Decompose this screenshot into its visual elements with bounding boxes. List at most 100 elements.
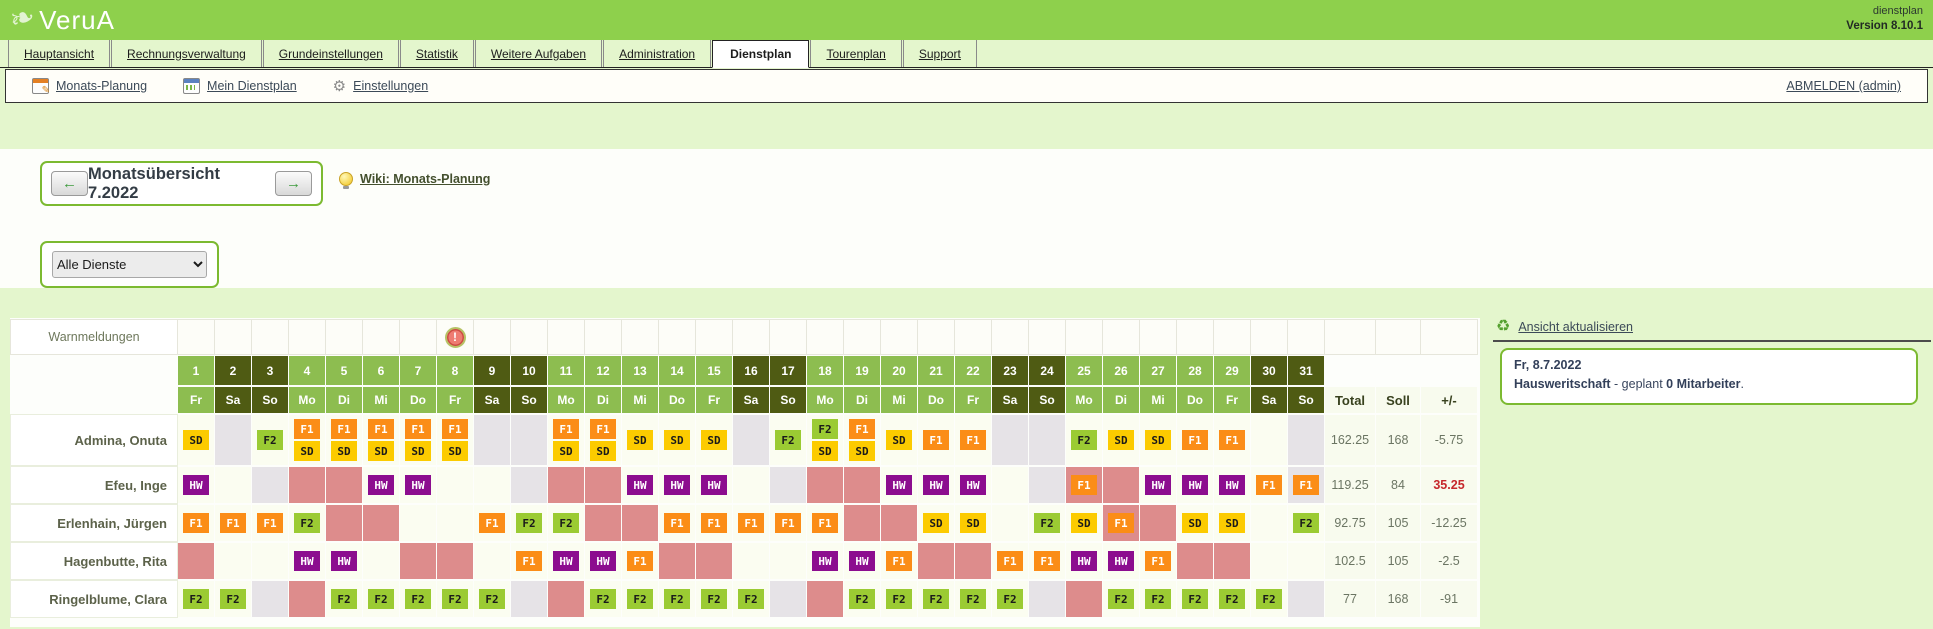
roster-cell-day-24[interactable]: F2 bbox=[1029, 505, 1065, 541]
roster-cell-day-1[interactable]: HW bbox=[178, 467, 214, 503]
roster-cell-day-22[interactable] bbox=[955, 543, 991, 579]
roster-cell-day-7[interactable]: F1SD bbox=[400, 415, 436, 465]
roster-cell-day-16[interactable]: F2 bbox=[733, 581, 769, 617]
roster-cell-day-14[interactable]: HW bbox=[659, 467, 695, 503]
roster-cell-day-22[interactable]: HW bbox=[955, 467, 991, 503]
roster-cell-day-27[interactable]: SD bbox=[1140, 415, 1176, 465]
roster-cell-day-29[interactable]: F2 bbox=[1214, 581, 1250, 617]
roster-cell-day-20[interactable]: F2 bbox=[881, 581, 917, 617]
roster-cell-day-28[interactable] bbox=[1177, 543, 1213, 579]
roster-cell-day-29[interactable] bbox=[1214, 543, 1250, 579]
roster-cell-day-17[interactable] bbox=[770, 581, 806, 617]
roster-cell-day-17[interactable] bbox=[770, 543, 806, 579]
logout-link[interactable]: ABMELDEN (admin) bbox=[1786, 79, 1901, 93]
roster-cell-day-27[interactable]: F2 bbox=[1140, 581, 1176, 617]
tab-support[interactable]: Support bbox=[903, 40, 977, 67]
roster-cell-day-9[interactable] bbox=[474, 543, 510, 579]
roster-cell-day-5[interactable]: F1SD bbox=[326, 415, 362, 465]
roster-cell-day-17[interactable] bbox=[770, 467, 806, 503]
roster-cell-day-4[interactable] bbox=[289, 581, 325, 617]
next-month-button[interactable]: → bbox=[275, 171, 312, 196]
roster-cell-day-12[interactable]: HW bbox=[585, 543, 621, 579]
roster-cell-day-24[interactable]: F1 bbox=[1029, 543, 1065, 579]
roster-cell-day-3[interactable] bbox=[252, 543, 288, 579]
roster-cell-day-24[interactable] bbox=[1029, 581, 1065, 617]
roster-cell-day-23[interactable]: F2 bbox=[992, 581, 1028, 617]
roster-cell-day-13[interactable]: F2 bbox=[622, 581, 658, 617]
roster-cell-day-5[interactable]: HW bbox=[326, 543, 362, 579]
roster-cell-day-19[interactable]: HW bbox=[844, 543, 880, 579]
roster-cell-day-3[interactable]: F1 bbox=[252, 505, 288, 541]
roster-cell-day-18[interactable]: HW bbox=[807, 543, 843, 579]
roster-cell-day-31[interactable]: F1 bbox=[1288, 467, 1324, 503]
roster-cell-day-9[interactable] bbox=[474, 415, 510, 465]
roster-cell-day-14[interactable]: F1 bbox=[659, 505, 695, 541]
roster-cell-day-13[interactable]: F1 bbox=[622, 543, 658, 579]
roster-cell-day-11[interactable] bbox=[548, 467, 584, 503]
roster-cell-day-8[interactable]: F1SD bbox=[437, 415, 473, 465]
roster-cell-day-27[interactable]: F1 bbox=[1140, 543, 1176, 579]
roster-cell-day-7[interactable] bbox=[400, 543, 436, 579]
roster-cell-day-5[interactable]: F2 bbox=[326, 581, 362, 617]
subnav-link[interactable]: Monats-Planung bbox=[56, 79, 147, 93]
roster-cell-day-11[interactable] bbox=[548, 581, 584, 617]
roster-cell-day-19[interactable]: F1SD bbox=[844, 415, 880, 465]
roster-cell-day-17[interactable]: F1 bbox=[770, 505, 806, 541]
roster-cell-day-28[interactable]: HW bbox=[1177, 467, 1213, 503]
roster-cell-day-21[interactable]: HW bbox=[918, 467, 954, 503]
roster-cell-day-1[interactable] bbox=[178, 543, 214, 579]
roster-cell-day-30[interactable] bbox=[1251, 543, 1287, 579]
roster-cell-day-8[interactable] bbox=[437, 467, 473, 503]
roster-cell-day-21[interactable]: SD bbox=[918, 505, 954, 541]
previous-month-button[interactable]: ← bbox=[51, 171, 88, 196]
roster-cell-day-5[interactable] bbox=[326, 505, 362, 541]
roster-cell-day-23[interactable] bbox=[992, 505, 1028, 541]
roster-cell-day-31[interactable] bbox=[1288, 543, 1324, 579]
roster-cell-day-7[interactable] bbox=[400, 505, 436, 541]
service-filter-select[interactable]: Alle Dienste bbox=[52, 251, 207, 278]
roster-cell-day-6[interactable] bbox=[363, 543, 399, 579]
roster-cell-day-6[interactable]: F1SD bbox=[363, 415, 399, 465]
roster-cell-day-11[interactable]: F2 bbox=[548, 505, 584, 541]
roster-cell-day-18[interactable]: F2SD bbox=[807, 415, 843, 465]
roster-cell-day-17[interactable]: F2 bbox=[770, 415, 806, 465]
roster-cell-day-14[interactable]: SD bbox=[659, 415, 695, 465]
roster-cell-day-13[interactable]: SD bbox=[622, 415, 658, 465]
roster-cell-day-11[interactable]: HW bbox=[548, 543, 584, 579]
roster-cell-day-6[interactable]: F2 bbox=[363, 581, 399, 617]
roster-cell-day-26[interactable]: F2 bbox=[1103, 581, 1139, 617]
roster-cell-day-4[interactable] bbox=[289, 467, 325, 503]
roster-cell-day-16[interactable] bbox=[733, 467, 769, 503]
roster-cell-day-14[interactable]: F2 bbox=[659, 581, 695, 617]
roster-cell-day-30[interactable]: F2 bbox=[1251, 581, 1287, 617]
roster-cell-day-25[interactable]: F1 bbox=[1066, 467, 1102, 503]
roster-cell-day-15[interactable]: HW bbox=[696, 467, 732, 503]
roster-cell-day-29[interactable]: F1 bbox=[1214, 415, 1250, 465]
roster-cell-day-23[interactable] bbox=[992, 467, 1028, 503]
roster-cell-day-14[interactable] bbox=[659, 543, 695, 579]
roster-cell-day-31[interactable]: F2 bbox=[1288, 505, 1324, 541]
roster-cell-day-15[interactable]: F2 bbox=[696, 581, 732, 617]
roster-cell-day-10[interactable]: F1 bbox=[511, 543, 547, 579]
roster-cell-day-18[interactable]: F1 bbox=[807, 505, 843, 541]
roster-cell-day-22[interactable]: F1 bbox=[955, 415, 991, 465]
roster-cell-day-12[interactable]: F1SD bbox=[585, 415, 621, 465]
subnav-link[interactable]: Einstellungen bbox=[353, 79, 428, 93]
roster-cell-day-16[interactable]: F1 bbox=[733, 505, 769, 541]
roster-cell-day-22[interactable]: F2 bbox=[955, 581, 991, 617]
roster-cell-day-25[interactable]: F2 bbox=[1066, 415, 1102, 465]
roster-cell-day-2[interactable]: F2 bbox=[215, 581, 251, 617]
tab-statistik[interactable]: Statistik bbox=[400, 40, 474, 67]
roster-cell-day-10[interactable] bbox=[511, 581, 547, 617]
roster-cell-day-28[interactable]: SD bbox=[1177, 505, 1213, 541]
tab-rechnungsverwaltung[interactable]: Rechnungsverwaltung bbox=[111, 40, 262, 67]
tab-tourenplan[interactable]: Tourenplan bbox=[810, 40, 901, 67]
roster-cell-day-8[interactable]: F2 bbox=[437, 581, 473, 617]
roster-cell-day-24[interactable] bbox=[1029, 415, 1065, 465]
roster-cell-day-28[interactable]: F1 bbox=[1177, 415, 1213, 465]
roster-cell-day-6[interactable] bbox=[363, 505, 399, 541]
roster-cell-day-11[interactable]: F1SD bbox=[548, 415, 584, 465]
roster-cell-day-16[interactable] bbox=[733, 415, 769, 465]
roster-cell-day-7[interactable]: HW bbox=[400, 467, 436, 503]
roster-cell-day-30[interactable]: F1 bbox=[1251, 467, 1287, 503]
